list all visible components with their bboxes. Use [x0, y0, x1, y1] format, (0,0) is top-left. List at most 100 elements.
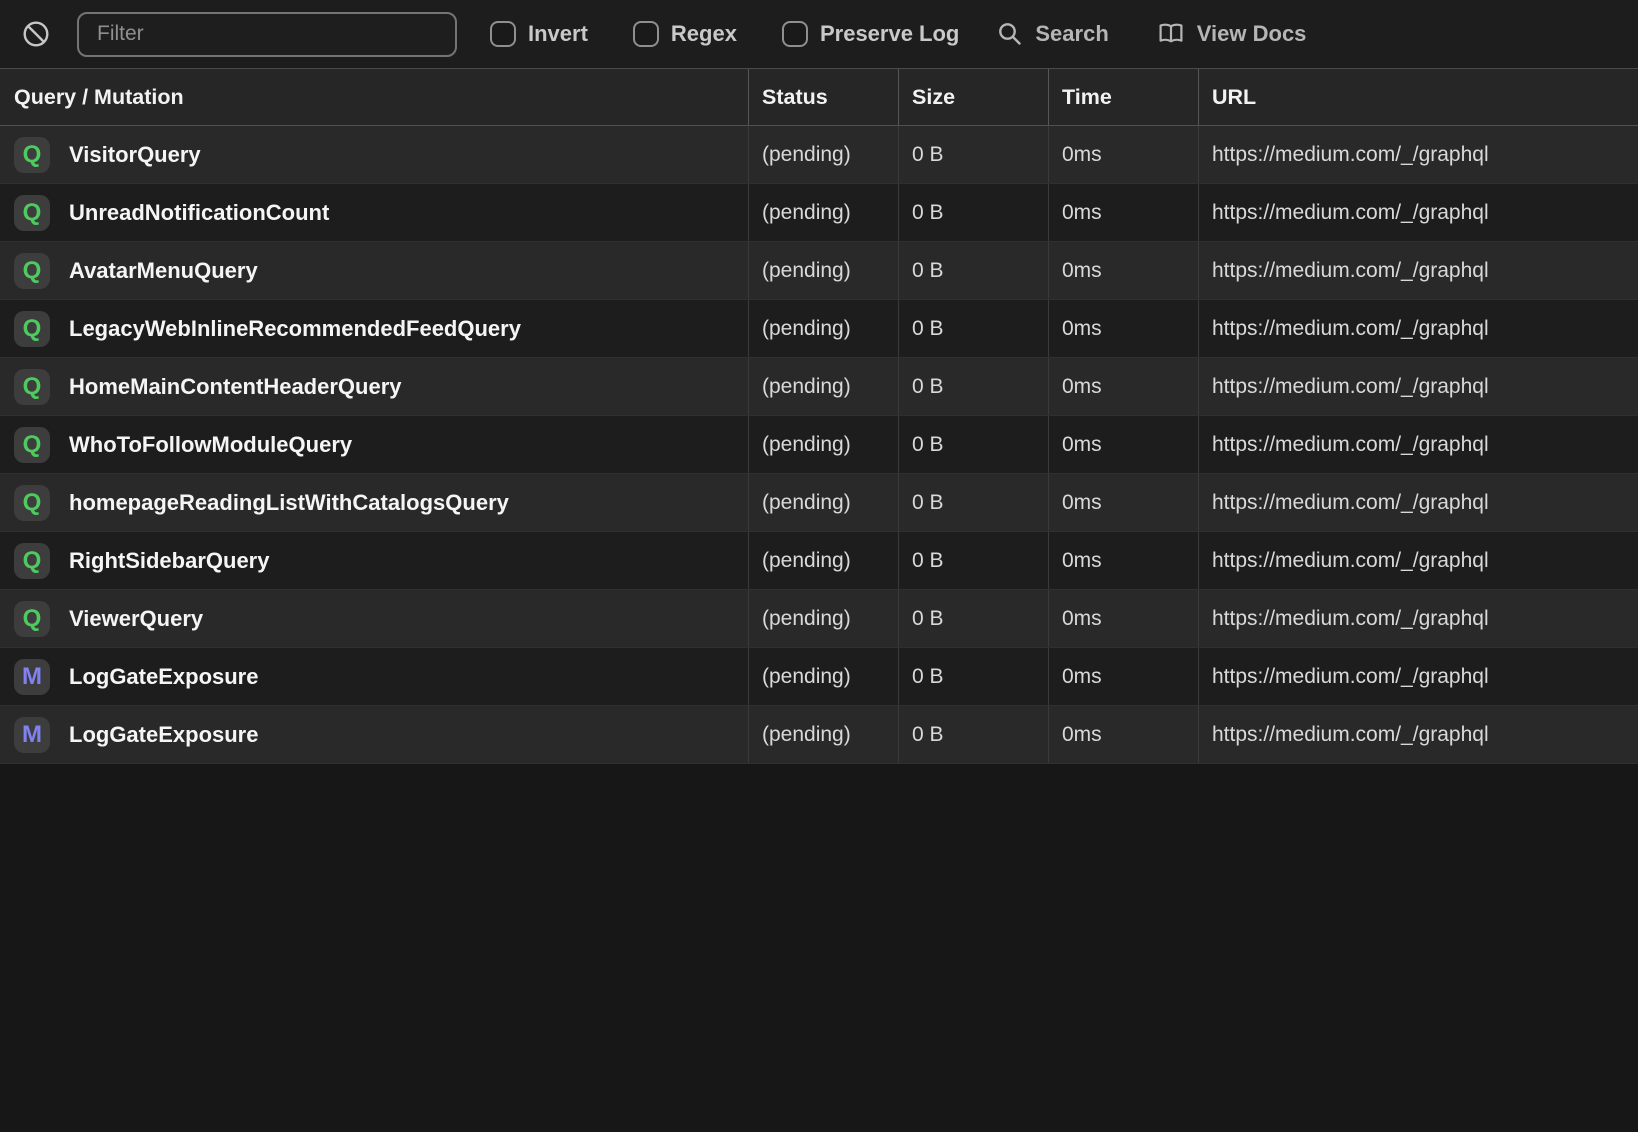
table-row[interactable]: Q homepageReadingListWithCatalogsQuery (…: [0, 474, 1638, 532]
operation-type-badge: Q: [14, 194, 50, 231]
table-row[interactable]: Q VisitorQuery (pending) 0 B 0ms https:/…: [0, 126, 1638, 184]
size-cell: 0 B: [898, 648, 1048, 705]
status-cell: (pending): [748, 126, 898, 183]
invert-checkbox[interactable]: [490, 21, 516, 47]
operation-cell: Q WhoToFollowModuleQuery: [0, 416, 748, 473]
book-icon: [1159, 23, 1183, 43]
preserve-log-checkbox-group[interactable]: Preserve Log: [781, 21, 960, 47]
operation-name: homepageReadingListWithCatalogsQuery: [69, 489, 509, 515]
operation-cell: Q UnreadNotificationCount: [0, 184, 748, 241]
view-docs-button[interactable]: View Docs: [1157, 21, 1307, 47]
column-header-time[interactable]: Time: [1048, 69, 1198, 125]
time-cell: 0ms: [1048, 532, 1198, 589]
url-cell: https://medium.com/_/graphql: [1198, 590, 1638, 647]
url-cell: https://medium.com/_/graphql: [1198, 532, 1638, 589]
operation-name: LogGateExposure: [69, 721, 259, 747]
operation-name: VisitorQuery: [69, 141, 201, 167]
operation-name: LogGateExposure: [69, 663, 259, 689]
operation-cell: M LogGateExposure: [0, 648, 748, 705]
size-cell: 0 B: [898, 300, 1048, 357]
search-label: Search: [1035, 21, 1109, 46]
size-cell: 0 B: [898, 590, 1048, 647]
operation-name: HomeMainContentHeaderQuery: [69, 373, 402, 399]
time-cell: 0ms: [1048, 358, 1198, 415]
regex-checkbox-group[interactable]: Regex: [632, 21, 737, 47]
operation-name: WhoToFollowModuleQuery: [69, 431, 353, 457]
size-cell: 0 B: [898, 184, 1048, 241]
operation-name: AvatarMenuQuery: [69, 257, 258, 283]
operation-type-badge: M: [14, 716, 50, 753]
table-row[interactable]: Q AvatarMenuQuery (pending) 0 B 0ms http…: [0, 242, 1638, 300]
time-cell: 0ms: [1048, 242, 1198, 299]
view-docs-label: View Docs: [1196, 21, 1307, 46]
url-cell: https://medium.com/_/graphql: [1198, 126, 1638, 183]
operation-type-badge: Q: [14, 542, 50, 579]
column-header-query-mutation[interactable]: Query / Mutation: [0, 69, 748, 125]
toolbar: Invert Regex Preserve Log Search View Do…: [0, 0, 1638, 69]
operation-cell: Q HomeMainContentHeaderQuery: [0, 358, 748, 415]
operation-cell: M LogGateExposure: [0, 706, 748, 763]
preserve-log-checkbox[interactable]: [781, 21, 808, 47]
operation-cell: Q VisitorQuery: [0, 126, 748, 183]
table-row[interactable]: Q WhoToFollowModuleQuery (pending) 0 B 0…: [0, 416, 1638, 474]
operation-name: UnreadNotificationCount: [69, 199, 330, 225]
time-cell: 0ms: [1048, 416, 1198, 473]
time-cell: 0ms: [1048, 648, 1198, 705]
operation-type-badge: Q: [14, 252, 50, 289]
size-cell: 0 B: [898, 416, 1048, 473]
status-cell: (pending): [748, 416, 898, 473]
url-cell: https://medium.com/_/graphql: [1198, 242, 1638, 299]
operation-type-badge: Q: [14, 136, 50, 173]
table-row[interactable]: Q HomeMainContentHeaderQuery (pending) 0…: [0, 358, 1638, 416]
clear-log-button[interactable]: [22, 20, 50, 48]
operation-cell: Q homepageReadingListWithCatalogsQuery: [0, 474, 748, 531]
search-button[interactable]: Search: [997, 21, 1109, 47]
time-cell: 0ms: [1048, 184, 1198, 241]
search-icon: [999, 23, 1022, 45]
column-header-status[interactable]: Status: [748, 69, 898, 125]
status-cell: (pending): [748, 474, 898, 531]
size-cell: 0 B: [898, 474, 1048, 531]
url-cell: https://medium.com/_/graphql: [1198, 474, 1638, 531]
time-cell: 0ms: [1048, 706, 1198, 763]
time-cell: 0ms: [1048, 126, 1198, 183]
size-cell: 0 B: [898, 242, 1048, 299]
table-header: Query / Mutation Status Size Time URL: [0, 69, 1638, 126]
url-cell: https://medium.com/_/graphql: [1198, 300, 1638, 357]
table-row[interactable]: Q LegacyWebInlineRecommendedFeedQuery (p…: [0, 300, 1638, 358]
column-header-size[interactable]: Size: [898, 69, 1048, 125]
block-icon: [23, 21, 49, 47]
url-cell: https://medium.com/_/graphql: [1198, 648, 1638, 705]
status-cell: (pending): [748, 242, 898, 299]
status-cell: (pending): [748, 706, 898, 763]
table-row[interactable]: Q ViewerQuery (pending) 0 B 0ms https://…: [0, 590, 1638, 648]
operation-cell: Q RightSidebarQuery: [0, 532, 748, 589]
regex-label: Regex: [670, 21, 737, 46]
table-row[interactable]: Q RightSidebarQuery (pending) 0 B 0ms ht…: [0, 532, 1638, 590]
operation-name: ViewerQuery: [69, 605, 204, 631]
column-header-url[interactable]: URL: [1198, 69, 1638, 125]
invert-checkbox-group[interactable]: Invert: [490, 21, 588, 47]
size-cell: 0 B: [898, 126, 1048, 183]
status-cell: (pending): [748, 300, 898, 357]
table-row[interactable]: M LogGateExposure (pending) 0 B 0ms http…: [0, 706, 1638, 764]
request-list: Q VisitorQuery (pending) 0 B 0ms https:/…: [0, 126, 1638, 764]
filter-input[interactable]: [77, 11, 457, 57]
operation-cell: Q AvatarMenuQuery: [0, 242, 748, 299]
time-cell: 0ms: [1048, 590, 1198, 647]
size-cell: 0 B: [898, 532, 1048, 589]
table-row[interactable]: M LogGateExposure (pending) 0 B 0ms http…: [0, 648, 1638, 706]
operation-cell: Q LegacyWebInlineRecommendedFeedQuery: [0, 300, 748, 357]
operation-type-badge: Q: [14, 426, 50, 463]
url-cell: https://medium.com/_/graphql: [1198, 706, 1638, 763]
operation-type-badge: M: [14, 658, 50, 695]
url-cell: https://medium.com/_/graphql: [1198, 184, 1638, 241]
size-cell: 0 B: [898, 358, 1048, 415]
preserve-log-label: Preserve Log: [819, 21, 960, 46]
table-row[interactable]: Q UnreadNotificationCount (pending) 0 B …: [0, 184, 1638, 242]
url-cell: https://medium.com/_/graphql: [1198, 416, 1638, 473]
operation-cell: Q ViewerQuery: [0, 590, 748, 647]
operation-name: LegacyWebInlineRecommendedFeedQuery: [69, 315, 521, 341]
operation-type-badge: Q: [14, 600, 50, 637]
regex-checkbox[interactable]: [632, 21, 659, 47]
